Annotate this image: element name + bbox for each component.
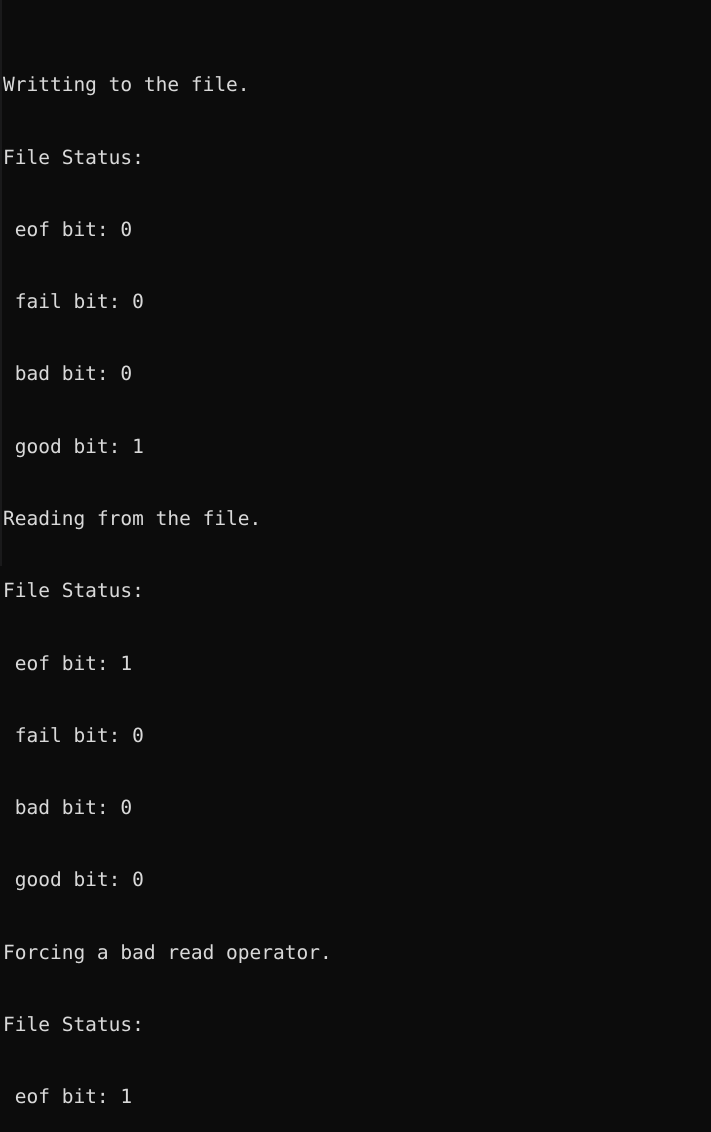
console-line: eof bit: 0 <box>3 217 133 241</box>
console-line: File Status: <box>3 1012 144 1036</box>
console-line: eof bit: 1 <box>3 1085 133 1109</box>
console-line: Reading from the file. <box>3 506 262 530</box>
console-line: good bit: 1 <box>3 434 144 458</box>
console-output-text[interactable]: Writting to the file. File Status: eof b… <box>0 0 711 1132</box>
console-line: good bit: 0 <box>3 868 144 892</box>
console-line: bad bit: 0 <box>3 362 133 386</box>
console-line: File Status: <box>3 579 144 603</box>
console-line: File Status: <box>3 145 144 169</box>
console-line: Forcing a bad read operator. <box>3 940 332 964</box>
console-line: bad bit: 0 <box>3 796 133 820</box>
console-line: fail bit: 0 <box>3 723 144 747</box>
console-line: fail bit: 0 <box>3 290 144 314</box>
console-line: eof bit: 1 <box>3 651 133 675</box>
console-line: Writting to the file. <box>3 73 250 97</box>
console-window[interactable]: Writting to the file. File Status: eof b… <box>0 0 711 1108</box>
